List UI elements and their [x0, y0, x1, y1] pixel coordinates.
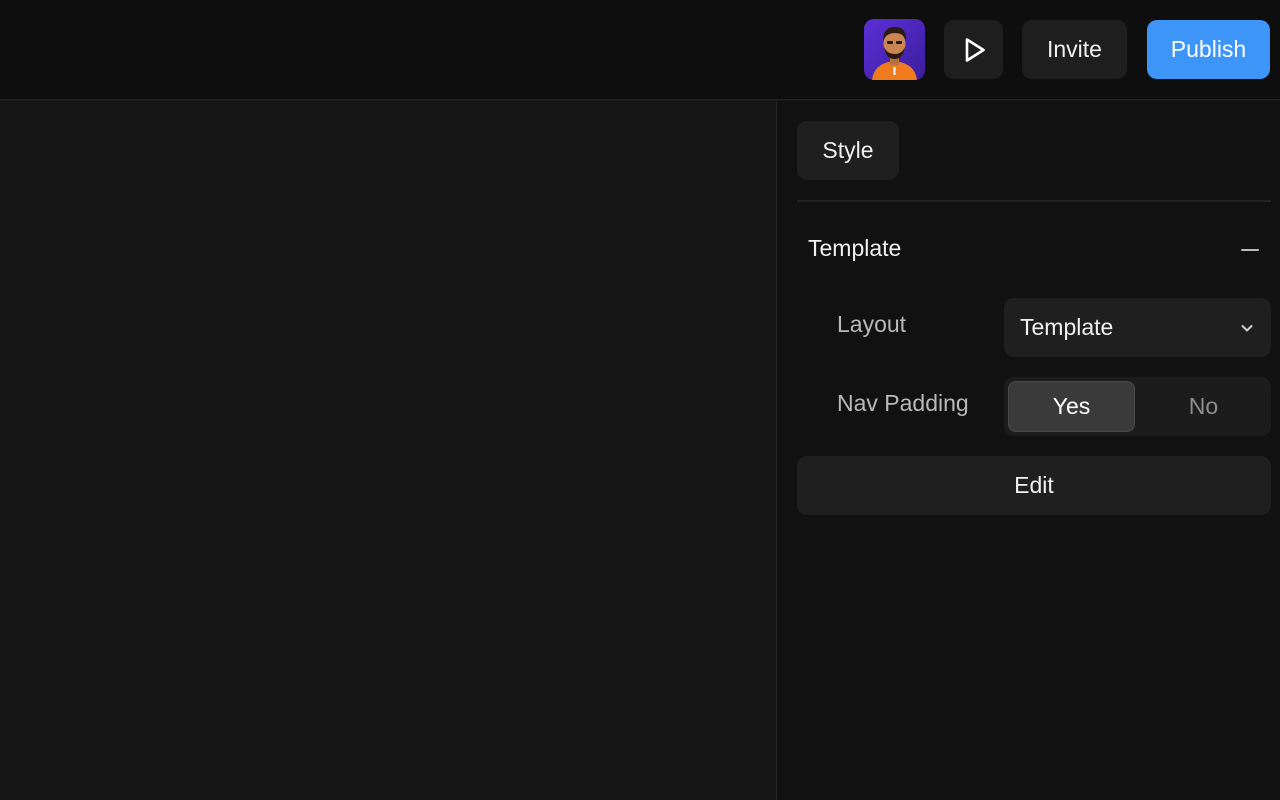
play-icon: [965, 37, 985, 62]
tab-style[interactable]: Style: [797, 121, 899, 180]
layout-select-value: Template: [1020, 314, 1114, 340]
play-button[interactable]: [944, 20, 1003, 79]
user-avatar[interactable]: [864, 19, 925, 80]
section-title-template: Template: [808, 235, 902, 261]
nav-padding-yes-option[interactable]: Yes: [1008, 381, 1135, 432]
properties-panel: Style Template Layout Template Nav Paddi…: [776, 101, 1280, 800]
top-toolbar: Invite Publish: [0, 0, 1280, 100]
edit-button[interactable]: Edit: [797, 456, 1271, 515]
minus-icon: [1241, 249, 1259, 251]
editor-canvas[interactable]: [0, 101, 776, 800]
nav-padding-toggle: Yes No: [1004, 377, 1271, 436]
publish-button[interactable]: Publish: [1147, 20, 1270, 79]
nav-padding-no-option[interactable]: No: [1140, 381, 1267, 432]
invite-button[interactable]: Invite: [1022, 20, 1127, 79]
chevron-down-icon: [1241, 325, 1253, 332]
divider: [797, 200, 1271, 202]
collapse-section-button[interactable]: [1239, 239, 1261, 261]
nav-padding-label: Nav Padding: [837, 390, 969, 416]
avatar-icon: [864, 19, 925, 80]
layout-select[interactable]: Template: [1004, 298, 1271, 357]
layout-label: Layout: [837, 311, 907, 337]
